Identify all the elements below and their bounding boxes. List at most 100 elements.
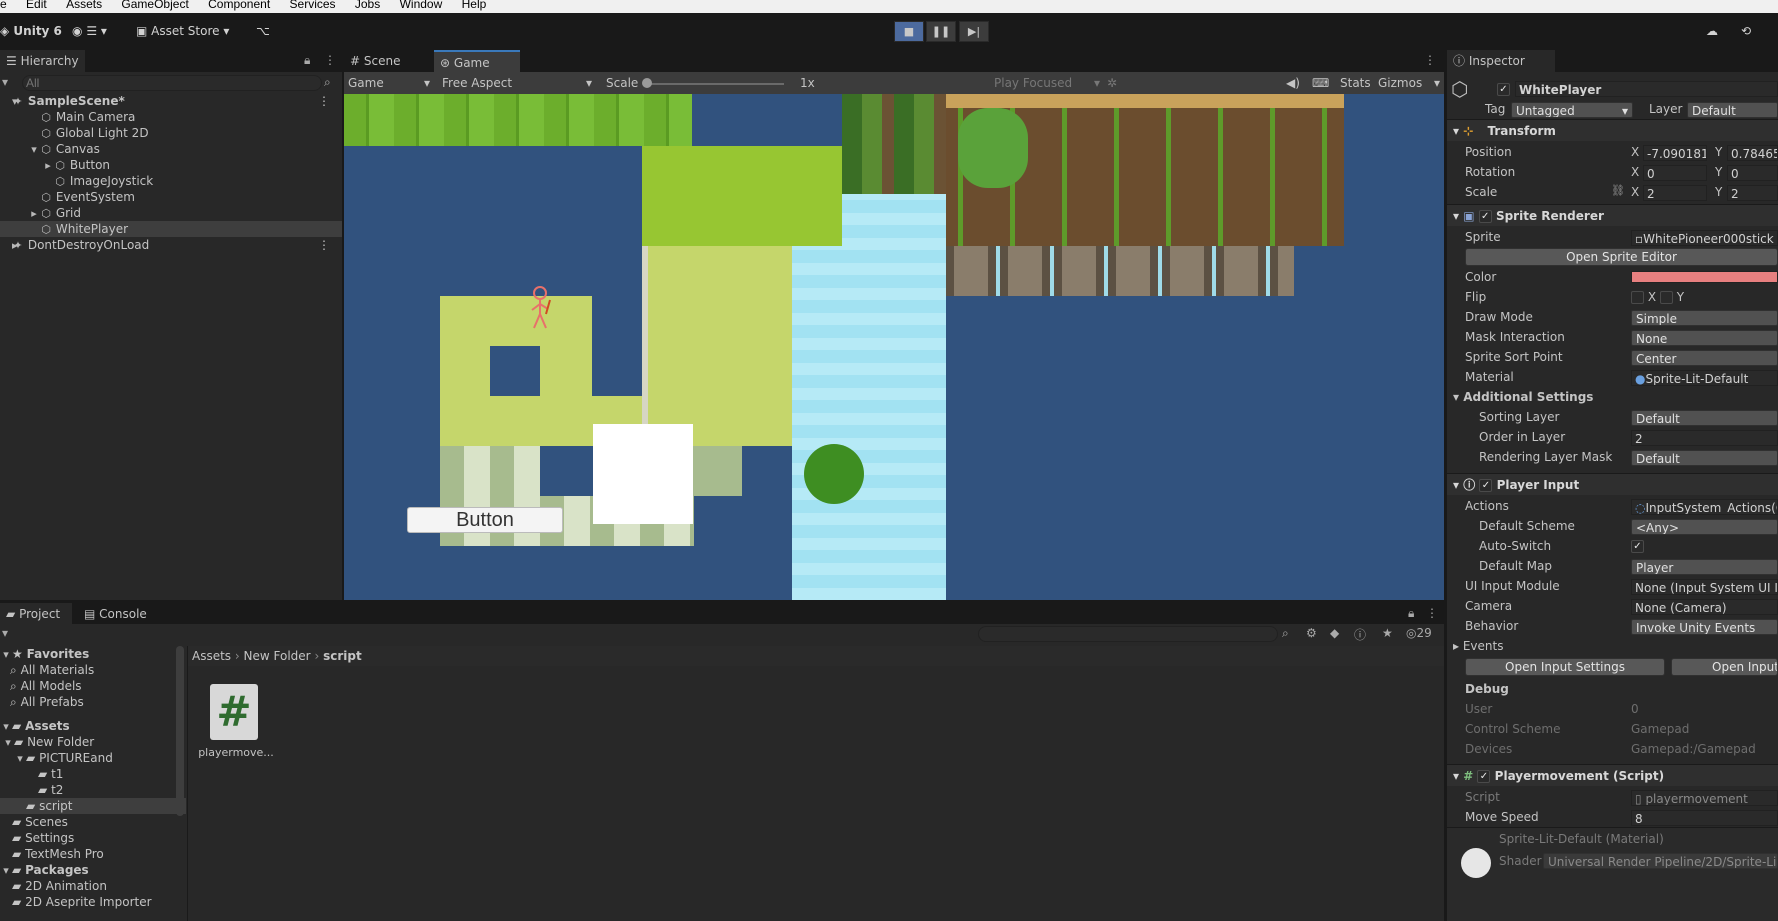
scale-slider-handle[interactable] — [642, 78, 652, 88]
position-y-field[interactable]: 0.78465 — [1727, 145, 1778, 161]
add-icon[interactable]: ▾ — [2, 75, 8, 89]
version-control-icon[interactable]: ⌥ — [256, 21, 270, 41]
hierarchy-item[interactable]: ⬡ Main Camera — [0, 109, 342, 125]
package-item[interactable]: ▰ 2D Animation — [0, 878, 107, 894]
default-scheme-dropdown[interactable]: <Any> — [1631, 519, 1778, 535]
object-name-field[interactable]: WhitePlayer — [1515, 81, 1778, 97]
sort-point-dropdown[interactable]: Center — [1631, 350, 1778, 366]
unity-version-button[interactable]: ◈ Unity 6 — [0, 21, 62, 41]
favorite-item[interactable]: ⌕ All Models — [0, 678, 82, 694]
bug-icon[interactable]: ✲ — [1107, 75, 1117, 91]
account-button[interactable]: ◉ ☰ ▾ — [72, 21, 107, 41]
info-icon[interactable]: ⓘ — [1354, 626, 1366, 643]
asset-store-button[interactable]: ▣ Asset Store ▾ — [136, 21, 229, 41]
default-map-dropdown[interactable]: Player — [1631, 559, 1778, 575]
display-dropdown[interactable]: Game ▾ — [348, 75, 432, 91]
tab-project[interactable]: ▰ Project — [0, 603, 72, 625]
tab-console[interactable]: ▤ Console — [78, 603, 153, 625]
move-speed-field[interactable]: 8 — [1631, 810, 1778, 826]
player-input-header[interactable]: ▾ ⓘ ✓ Player Input — [1447, 473, 1778, 495]
tab-game[interactable]: ⊛ Game — [434, 50, 520, 72]
menu-help[interactable]: Help — [462, 0, 487, 10]
audio-icon[interactable]: ◀︎) — [1286, 75, 1300, 91]
label-icon[interactable]: ◆ — [1330, 626, 1339, 640]
menu-services[interactable]: Services — [290, 0, 336, 10]
scale-y-field[interactable]: 2 — [1727, 185, 1778, 201]
asset-file[interactable]: # playermove... — [196, 682, 276, 762]
hierarchy-item[interactable]: ▾ ⬡ Canvas — [0, 141, 342, 157]
star-icon[interactable]: ★ — [1382, 626, 1393, 640]
auto-switch-checkbox[interactable]: ✓ — [1631, 539, 1644, 553]
open-input-settings-button[interactable]: Open Input Settings — [1465, 658, 1665, 676]
image-joystick[interactable] — [593, 424, 693, 524]
aspect-dropdown[interactable]: Free Aspect ▾ — [442, 75, 594, 91]
stats-button[interactable]: Stats — [1340, 75, 1371, 91]
ui-input-module-field[interactable]: None (Input System UI In — [1631, 579, 1778, 595]
additional-settings-foldout[interactable]: ▾ Additional Settings — [1453, 388, 1593, 406]
favorites-header[interactable]: ▾ ★ Favorites — [0, 646, 89, 662]
project-search-input[interactable] — [978, 626, 1278, 642]
hierarchy-item[interactable]: ▸ ⬡ Button — [0, 157, 342, 173]
rendering-layer-mask-dropdown[interactable]: Default — [1631, 450, 1778, 466]
menu-edit-prefix[interactable]: e — [0, 0, 7, 10]
flip-toggles[interactable]: X Y — [1631, 290, 1684, 304]
history-icon[interactable]: ⟲ — [1741, 21, 1751, 41]
color-swatch[interactable] — [1631, 271, 1778, 283]
breadcrumb-item[interactable]: script — [323, 649, 362, 663]
search-by-type-icon[interactable]: ⌕ — [1282, 626, 1289, 641]
favorite-item[interactable]: ⌕ All Prefabs — [0, 694, 84, 710]
keyboard-icon[interactable]: ⌨ — [1312, 75, 1329, 91]
more-icon[interactable]: ⋮ — [318, 237, 330, 253]
active-checkbox[interactable]: ✓ — [1497, 82, 1510, 96]
package-item[interactable]: ▰ 2D Aseprite Importer — [0, 894, 152, 910]
order-in-layer-field[interactable]: 2 — [1631, 430, 1778, 446]
ui-button[interactable]: Button — [407, 507, 563, 533]
more-icon[interactable]: ⋮ — [324, 53, 336, 67]
folder-item[interactable]: ▰ Scenes — [0, 814, 68, 830]
folder-item[interactable]: ▰ t2 — [0, 782, 63, 798]
breadcrumb-item[interactable]: Assets — [192, 649, 231, 663]
sorting-layer-dropdown[interactable]: Default — [1631, 410, 1778, 426]
folder-item[interactable]: ▾ ▰ New Folder — [0, 734, 94, 750]
hierarchy-item[interactable]: ▸ ⬡ Grid — [0, 205, 342, 221]
packages-header[interactable]: ▾ ▰ Packages — [0, 862, 88, 878]
lock-icon[interactable]: 🔒︎ — [304, 53, 310, 68]
play-button[interactable]: ■ — [894, 21, 924, 42]
tab-scene[interactable]: # Scene — [344, 50, 407, 72]
lock-icon[interactable]: 🔒︎ — [1408, 606, 1414, 621]
menu-component[interactable]: Component — [208, 0, 270, 10]
rotation-y-field[interactable]: 0 — [1727, 165, 1778, 181]
game-viewport[interactable]: Button — [344, 94, 1444, 600]
folder-item[interactable]: ▰ TextMesh Pro — [0, 846, 104, 862]
constrain-proportions-icon[interactable]: ⛓ — [1611, 184, 1625, 197]
more-icon[interactable]: ⋮ — [318, 93, 330, 109]
behavior-dropdown[interactable]: Invoke Unity Events — [1631, 619, 1778, 635]
actions-field[interactable]: ◌InputSystem_Actions(C — [1631, 499, 1778, 515]
events-foldout[interactable]: ▸ Events — [1453, 637, 1503, 655]
menu-jobs[interactable]: Jobs — [355, 0, 380, 10]
hierarchy-item[interactable]: ⬡ EventSystem — [0, 189, 342, 205]
transform-header[interactable]: ▾ ⊹ Transform — [1447, 119, 1778, 141]
step-button[interactable]: ▶| — [959, 21, 989, 42]
folder-item[interactable]: ▰ Settings — [0, 830, 74, 846]
position-x-field[interactable]: -7.090181 — [1643, 145, 1707, 161]
folder-item[interactable]: ▰ script — [0, 798, 186, 814]
tab-inspector[interactable]: ⓘ Inspector — [1447, 50, 1555, 72]
gizmos-dropdown[interactable]: Gizmos ▾ — [1378, 75, 1440, 91]
search-mode-icon[interactable]: ⌕ — [324, 75, 331, 90]
shader-dropdown[interactable]: Universal Render Pipeline/2D/Sprite-Li — [1543, 853, 1778, 869]
create-dropdown[interactable]: ▾ — [2, 626, 8, 640]
sprite-renderer-header[interactable]: ▾ ▣ ✓ Sprite Renderer — [1447, 204, 1778, 226]
sprite-field[interactable]: ▫WhitePioneer000stick_ — [1631, 230, 1778, 246]
menu-window[interactable]: Window — [400, 0, 443, 10]
pause-button[interactable]: ❚❚ — [926, 21, 956, 42]
filter-icon[interactable]: ⚙ — [1306, 626, 1317, 640]
breadcrumb-item[interactable]: New Folder — [244, 649, 311, 663]
camera-field[interactable]: None (Camera) — [1631, 599, 1778, 615]
material-field[interactable]: ●Sprite-Lit-Default — [1631, 370, 1778, 386]
scale-x-field[interactable]: 2 — [1643, 185, 1707, 201]
folder-item[interactable]: ▾ ▰ PICTUREand — [0, 750, 113, 766]
hierarchy-item[interactable]: ⬡ Global Light 2D — [0, 125, 342, 141]
assets-header[interactable]: ▾ ▰ Assets — [0, 718, 69, 734]
folder-item[interactable]: ▰ t1 — [0, 766, 63, 782]
